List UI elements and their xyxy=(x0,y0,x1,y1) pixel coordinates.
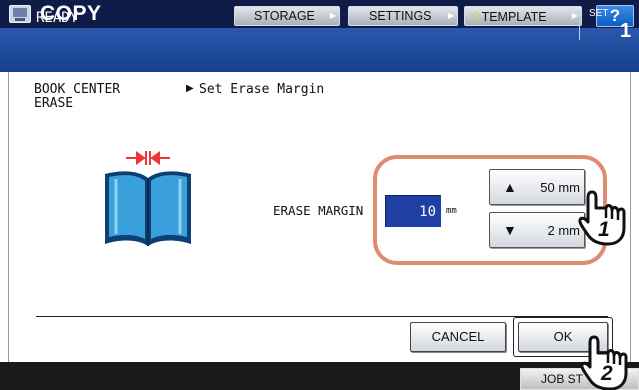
star-icon: ☆ xyxy=(469,8,482,24)
erase-margin-label: ERASE MARGIN xyxy=(273,203,364,218)
increase-margin-button[interactable]: ▲ 50 mm xyxy=(489,169,585,205)
triangle-down-icon: ▼ xyxy=(503,222,517,238)
set-divider xyxy=(579,10,580,40)
set-label: SET xyxy=(589,8,609,19)
storage-button[interactable]: STORAGE ▶ xyxy=(234,6,340,26)
breadcrumb-line-2: ERASE xyxy=(34,96,74,111)
page-subtitle: Set Erase Margin xyxy=(199,82,325,97)
increase-margin-label: 50 mm xyxy=(540,180,580,195)
template-button[interactable]: ☆TEMPLATE ▶ xyxy=(464,6,582,26)
decrease-margin-button[interactable]: ▼ 2 mm xyxy=(489,212,585,248)
template-button-label: TEMPLATE xyxy=(481,10,547,24)
chevron-right-icon: ▶ xyxy=(447,11,454,20)
breadcrumb-line-1: BOOK CENTER xyxy=(34,82,121,97)
set-count: 1 xyxy=(620,20,632,42)
status-message: READY xyxy=(36,10,79,26)
triangle-up-icon: ▲ xyxy=(503,179,517,195)
chevron-right-icon: ▶ xyxy=(329,11,336,20)
decrease-margin-label: 2 mm xyxy=(547,223,581,238)
storage-button-label: STORAGE xyxy=(254,9,315,23)
chevron-right-icon: ▶ xyxy=(571,11,578,20)
status-bar xyxy=(0,28,639,72)
copy-icon xyxy=(9,5,31,23)
settings-button-label: SETTINGS xyxy=(369,9,432,23)
breadcrumb-separator-icon: ▶ xyxy=(186,83,194,94)
cancel-button[interactable]: CANCEL xyxy=(410,322,506,352)
settings-button[interactable]: SETTINGS ▶ xyxy=(348,6,458,26)
step-2-marker: 2 xyxy=(601,362,613,385)
step-1-marker: 1 xyxy=(598,218,610,241)
book-erase-illustration-icon xyxy=(105,151,191,246)
